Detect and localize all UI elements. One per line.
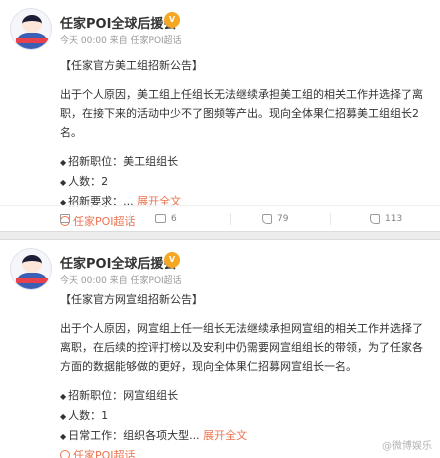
diamond-icon: ◆ (60, 412, 67, 421)
post-separator (0, 231, 440, 240)
author-name[interactable]: 任家POI全球后援会 (60, 13, 176, 32)
post-content: 【任家官方网宣组招新公告】 出于个人原因，网宣组上任一组长无法继续承担网宣组的相… (60, 290, 430, 458)
vip-badge-icon: V (164, 12, 180, 28)
diamond-icon: ◆ (60, 392, 67, 401)
field-position: ◆ 招新职位：网宣组组长 (60, 389, 179, 402)
topic-link[interactable]: 任家POI超话 (60, 446, 430, 458)
share-button[interactable] (60, 206, 75, 232)
thumb-icon (370, 213, 380, 224)
diamond-icon: ◆ (60, 158, 67, 167)
field-position: ◆ 招新职位：美工组组长 (60, 155, 179, 168)
field-count: ◆ 人数：2 (60, 175, 109, 188)
avatar[interactable] (10, 248, 52, 290)
post-meta: 今天 00:00 来自 任家POI超话 (60, 36, 182, 46)
topic-icon (60, 450, 70, 458)
weibo-post-1: 任家POI全球后援会 V 今天 00:00 来自 任家POI超话 【任家官方美工… (0, 0, 440, 231)
action-bar: 6 79 113 (0, 205, 440, 231)
comment-icon (155, 214, 166, 223)
weibo-post-2: 任家POI全球后援会 V 今天 00:00 来自 任家POI超话 【任家官方网宣… (0, 240, 440, 458)
diamond-icon: ◆ (60, 432, 67, 441)
vip-badge-icon: V (164, 252, 180, 268)
post-body: 出于个人原因，网宣组上任一组长无法继续承担网宣组的相关工作并选择了离职，在后续的… (60, 322, 423, 373)
like-button[interactable]: 79 (262, 206, 288, 232)
field-duties: ◆ 日常工作：组织各项大型... 展开全文 (60, 429, 248, 442)
like-button-2[interactable]: 113 (370, 206, 402, 232)
diamond-icon: ◆ (60, 178, 67, 187)
comment-button[interactable]: 6 (155, 206, 177, 232)
author-name[interactable]: 任家POI全球后援会 (60, 253, 176, 272)
expand-link[interactable]: 展开全文 (203, 429, 247, 442)
like-icon (262, 213, 272, 224)
field-count: ◆ 人数：1 (60, 409, 109, 422)
post-title: 【任家官方美工组招新公告】 (60, 59, 203, 72)
post-body: 出于个人原因，美工组上任组长无法继续承担美工组的相关工作并选择了离职，在接下来的… (60, 88, 423, 139)
post-meta: 今天 00:00 来自 任家POI超话 (60, 276, 182, 286)
watermark: @微博娱乐 (382, 441, 432, 452)
share-icon (60, 214, 70, 223)
avatar[interactable] (10, 8, 52, 50)
post-title: 【任家官方网宣组招新公告】 (60, 293, 203, 306)
